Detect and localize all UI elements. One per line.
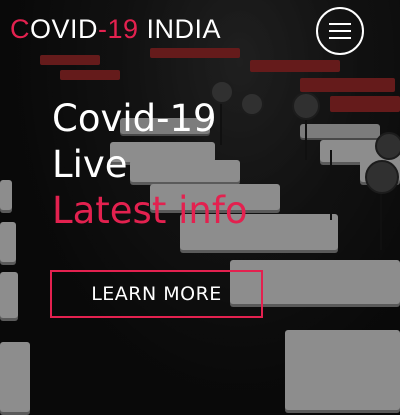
hero-headline: Covid-19 Live Latest info [52,96,248,234]
learn-more-button[interactable]: LEARN MORE [50,270,263,318]
hamburger-icon [329,30,351,32]
hamburger-icon [329,23,351,25]
brand-logo-part2: INDIA [138,14,222,44]
hero-headline-line2: Live [52,143,128,186]
brand-logo[interactable]: COVID-19 INDIA [10,14,221,45]
hamburger-icon [329,37,351,39]
hero-headline-line1: Covid-19 [52,97,217,140]
hero-section: COVID-19 INDIA Covid-19 Live Latest info… [0,0,400,415]
brand-logo-number: -19 [98,14,139,44]
hero-headline-line3: Latest info [52,189,248,232]
brand-logo-part1: OVID [30,14,99,44]
menu-toggle-button[interactable] [316,7,364,55]
brand-logo-accent: C [10,14,30,44]
